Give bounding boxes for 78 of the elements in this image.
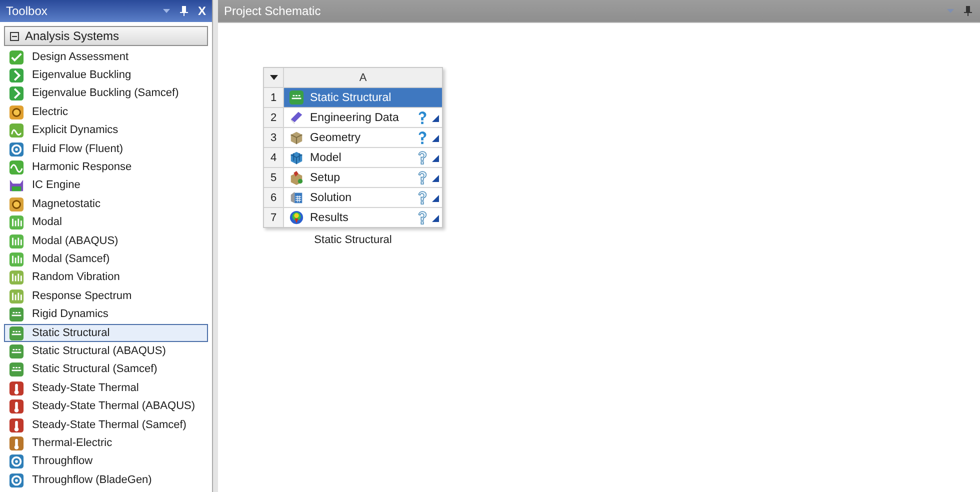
corner-icon[interactable] [432, 195, 439, 202]
toolbox-item[interactable]: Fluid Flow (Fluent) [4, 140, 208, 158]
toolbox-item[interactable]: Harmonic Response [4, 158, 208, 177]
toolbox-item[interactable]: Static Structural (ABAQUS) [4, 342, 208, 361]
cycle-icon [9, 454, 24, 470]
system-cell[interactable]: Static Structural [284, 88, 442, 107]
cycle-icon [9, 472, 24, 488]
toolbox-item[interactable]: Explicit Dynamics [4, 122, 208, 140]
cycle-icon [9, 142, 24, 157]
toolbox-item[interactable]: Eigenvalue Buckling [4, 66, 208, 85]
corner-icon[interactable] [432, 135, 439, 142]
system-cell[interactable]: Geometry [284, 128, 442, 147]
toolbox-item[interactable]: Rigid Dynamics [4, 305, 208, 324]
toolbox-item[interactable]: Modal (ABAQUS) [4, 232, 208, 250]
thermometer-icon [9, 380, 24, 396]
thermometer-icon [9, 418, 24, 432]
bars-icon [9, 288, 24, 304]
curve-icon [9, 123, 24, 138]
row-number: 4 [264, 148, 284, 167]
toolbox-item[interactable]: Modal (Samcef) [4, 250, 208, 269]
toolbox-item[interactable]: Magnetostatic [4, 195, 208, 214]
group-header[interactable]: Analysis Systems [4, 26, 208, 46]
bars-icon [9, 252, 24, 267]
row-number: 1 [264, 88, 284, 107]
corner-icon[interactable] [432, 115, 439, 122]
thermometer-icon [9, 436, 24, 451]
system-cell[interactable]: Results [284, 208, 442, 227]
toolbox-item[interactable]: Throughflow [4, 452, 208, 471]
close-button[interactable]: X [198, 4, 206, 18]
cube-icon [289, 150, 304, 165]
ring-icon [9, 196, 24, 212]
system-cell[interactable]: Model [284, 148, 442, 167]
panel-title: Toolbox [6, 4, 48, 18]
ring-icon [9, 104, 24, 120]
toolbox-item[interactable]: Response Spectrum [4, 287, 208, 306]
corner-icon[interactable] [432, 215, 439, 222]
column-header: A [284, 68, 442, 87]
wave-icon [9, 160, 24, 176]
system-caption: Static Structural [314, 234, 392, 246]
system-cell[interactable]: Solution [284, 188, 442, 207]
calculator-icon [289, 190, 304, 205]
bars-icon [9, 270, 24, 286]
group-label: Analysis Systems [25, 29, 120, 43]
toolbox-item[interactable]: Thermal-Electric [4, 434, 208, 453]
corner-icon[interactable] [432, 155, 439, 162]
dropdown-icon[interactable] [162, 9, 170, 13]
check-icon [9, 50, 24, 65]
thermometer-icon [9, 399, 24, 414]
bars-icon [9, 234, 24, 249]
toolbox-item[interactable]: Static Structural [4, 324, 208, 342]
chevron-icon [9, 86, 24, 102]
expander-icon[interactable] [10, 32, 19, 40]
chevron-icon [9, 68, 24, 84]
system-cell[interactable]: Setup [284, 168, 442, 187]
row-number: 7 [264, 208, 284, 227]
toolbox-item[interactable]: Steady-State Thermal [4, 379, 208, 398]
toolbox-item[interactable]: Modal [4, 214, 208, 232]
toolbox-item[interactable]: Electric [4, 103, 208, 122]
box-icon [289, 130, 304, 145]
row-number: 5 [264, 168, 284, 187]
row-number: 2 [264, 108, 284, 127]
row-number: 6 [264, 188, 284, 207]
toolbox-item[interactable]: IC Engine [4, 176, 208, 196]
bars-icon [9, 215, 24, 230]
toolbox-item[interactable]: Static Structural (Samcef) [4, 360, 208, 380]
corner-icon[interactable] [432, 175, 439, 182]
toolbox-item[interactable]: Eigenvalue Buckling (Samcef) [4, 84, 208, 104]
pin-icon[interactable] [180, 6, 188, 16]
toolbox-item[interactable]: Steady-State Thermal (Samcef) [4, 416, 208, 434]
system-cell[interactable]: Engineering Data [284, 108, 442, 127]
row-number: 3 [264, 128, 284, 147]
panel-title: Project Schematic [224, 4, 322, 18]
toolbox-item[interactable]: Random Vibration [4, 268, 208, 288]
toolbox-item[interactable]: Steady-State Thermal (ABAQUS) [4, 397, 208, 416]
toolbox-item[interactable]: Throughflow (BladeGen) [4, 470, 208, 490]
collapse-icon[interactable] [270, 75, 278, 80]
toolbox-item[interactable]: Design Assessment [4, 48, 208, 66]
pin-icon[interactable] [964, 6, 972, 16]
